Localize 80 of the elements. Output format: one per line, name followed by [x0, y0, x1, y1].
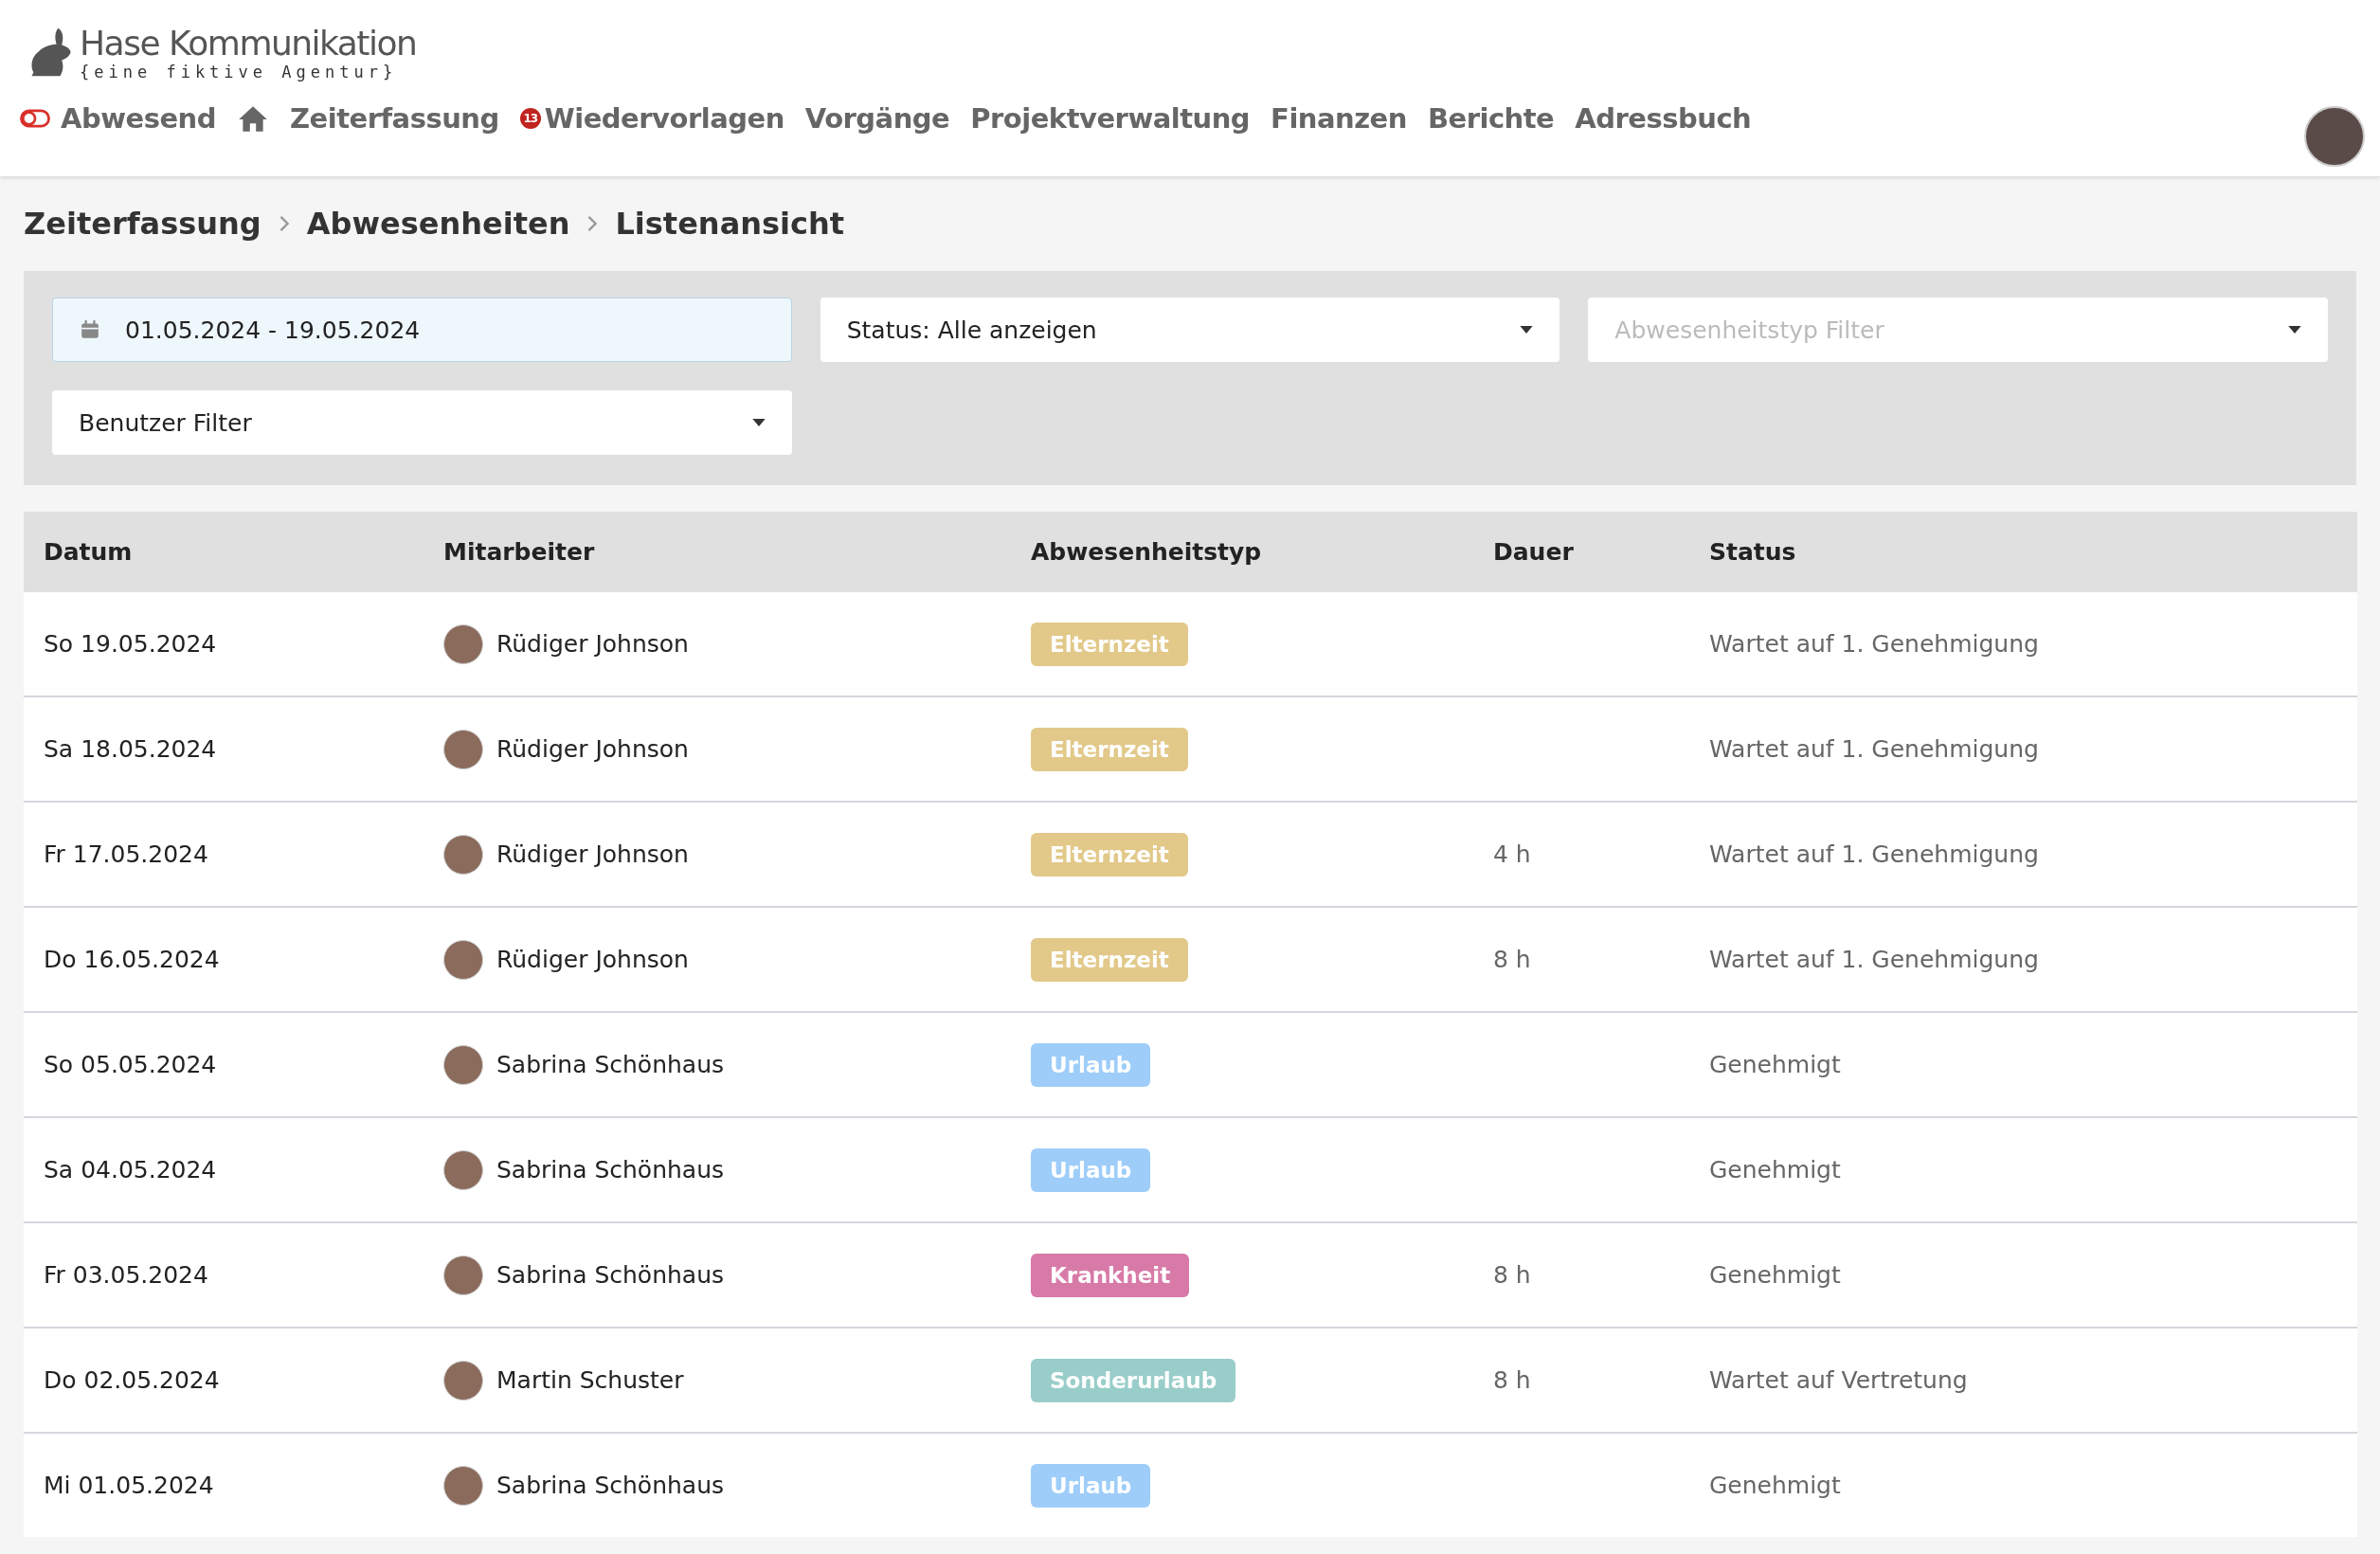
absence-type-tag: Krankheit [1031, 1254, 1190, 1297]
duration-cell: 4 h [1493, 840, 1531, 868]
absence-type-tag: Elternzeit [1031, 728, 1188, 771]
user-dropdown[interactable]: Benutzer Filter [52, 390, 792, 455]
avatar [443, 1044, 483, 1085]
avatar [443, 1465, 483, 1506]
employee-name: Rüdiger Johnson [496, 840, 689, 868]
employee-name: Rüdiger Johnson [496, 735, 689, 763]
status-dropdown[interactable]: Status: Alle anzeigen [820, 298, 1560, 362]
absence-type-tag: Sonderurlaub [1031, 1359, 1236, 1402]
status-cell: Wartet auf 1. Genehmigung [1709, 735, 2039, 763]
nav-link[interactable]: Finanzen [1271, 102, 1407, 135]
absence-type-tag: Elternzeit [1031, 833, 1188, 876]
employee-name: Rüdiger Johnson [496, 630, 689, 658]
date-cell: Sa 18.05.2024 [24, 696, 424, 802]
avatar [443, 1255, 483, 1295]
employee-name: Sabrina Schönhaus [496, 1051, 725, 1078]
nav-link[interactable]: Adressbuch [1575, 102, 1752, 135]
absence-type-tag: Urlaub [1031, 1148, 1151, 1192]
nav-link[interactable]: 13 Wiedervorlagen [519, 102, 784, 135]
date-cell: Do 16.05.2024 [24, 907, 424, 1012]
status-cell: Genehmigt [1709, 1472, 1841, 1499]
column-header: Mitarbeiter [424, 512, 1011, 592]
column-header: Dauer [1473, 512, 1689, 592]
nav-link[interactable]: Berichte [1427, 102, 1555, 135]
column-header: Status [1689, 512, 2357, 592]
status-cell: Wartet auf 1. Genehmigung [1709, 630, 2039, 658]
absence-type-tag: Urlaub [1031, 1464, 1151, 1508]
count-badge: 13 [519, 108, 541, 129]
date-cell: Do 02.05.2024 [24, 1328, 424, 1433]
breadcrumb-link[interactable]: Abwesenheiten [306, 206, 570, 242]
logo-title: Hase Kommunikation [80, 25, 417, 63]
date-cell: So 05.05.2024 [24, 1012, 424, 1117]
nav-link[interactable]: Vorgänge [804, 102, 950, 135]
calendar-icon [80, 319, 100, 340]
date-cell: Fr 17.05.2024 [24, 802, 424, 907]
employee-name: Martin Schuster [496, 1366, 684, 1394]
status-cell: Wartet auf 1. Genehmigung [1709, 840, 2039, 868]
date-cell: Sa 04.05.2024 [24, 1117, 424, 1222]
absence-type-tag: Urlaub [1031, 1043, 1151, 1087]
nav-link[interactable]: Zeiterfassung [290, 102, 499, 135]
avatar [443, 623, 483, 664]
status-cell: Wartet auf Vertretung [1709, 1366, 1968, 1394]
date-range-field[interactable]: 01.05.2024 - 19.05.2024 [52, 298, 792, 362]
employee-name: Sabrina Schönhaus [496, 1472, 725, 1499]
status-cell: Genehmigt [1709, 1156, 1841, 1184]
absence-type-tag: Elternzeit [1031, 938, 1188, 982]
avatar [443, 1149, 483, 1190]
logo-tagline: {eine fiktive Agentur} [80, 63, 399, 81]
caret-down-icon [2288, 326, 2301, 334]
avatar [443, 939, 483, 980]
breadcrumb-link[interactable]: Listenansicht [615, 206, 845, 242]
home-icon [237, 104, 269, 133]
employee-name: Rüdiger Johnson [496, 946, 689, 973]
date-cell: Fr 03.05.2024 [24, 1222, 424, 1328]
status-cell: Genehmigt [1709, 1261, 1841, 1289]
home-link[interactable] [237, 104, 269, 133]
chevron-right-icon [278, 214, 290, 233]
avatar [443, 834, 483, 875]
caret-down-icon [1520, 326, 1534, 334]
column-header: Abwesenheitstyp [1011, 512, 1473, 592]
avatar [443, 729, 483, 769]
nav-link[interactable]: Projektverwaltung [970, 102, 1251, 135]
date-cell: Mi 01.05.2024 [24, 1433, 424, 1537]
breadcrumb-link[interactable]: Zeiterfassung [24, 206, 261, 242]
duration-cell: 8 h [1493, 1261, 1531, 1289]
column-header: Datum [24, 512, 424, 592]
absence-type-tag: Elternzeit [1031, 623, 1188, 666]
absence-status-link[interactable]: Abwesend [19, 102, 216, 135]
toggle-icon [19, 109, 51, 128]
caret-down-icon [751, 419, 766, 426]
status-cell: Genehmigt [1709, 1051, 1841, 1078]
status-cell: Wartet auf 1. Genehmigung [1709, 946, 2039, 973]
avatar [443, 1360, 483, 1400]
chevron-right-icon [586, 214, 599, 233]
employee-name: Sabrina Schönhaus [496, 1261, 725, 1289]
date-cell: So 19.05.2024 [24, 592, 424, 696]
duration-cell: 8 h [1493, 946, 1531, 973]
employee-name: Sabrina Schönhaus [496, 1156, 725, 1184]
duration-cell: 8 h [1493, 1366, 1531, 1394]
